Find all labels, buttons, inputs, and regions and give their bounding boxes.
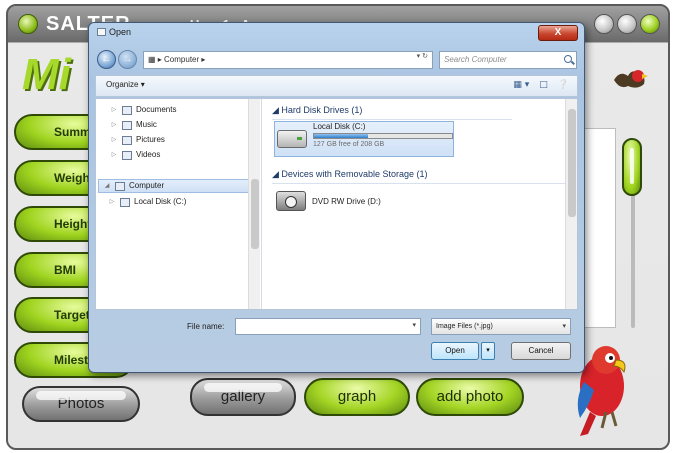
nav-item-label: Videos: [136, 150, 161, 159]
photos-button[interactable]: Photos: [22, 386, 140, 422]
computer-breadcrumb-icon: ▦ ▸: [148, 55, 165, 64]
dvd-drive-icon: [276, 191, 306, 211]
dvd-drive-item[interactable]: DVD RW Drive (D:): [274, 185, 434, 221]
disk-usage-bar: [313, 133, 453, 139]
group-header-removable[interactable]: ◢ Devices with Removable Storage (1): [272, 169, 579, 184]
expand-chevron-icon[interactable]: ▷: [110, 118, 118, 132]
nav-item-computer[interactable]: ◢ Computer: [98, 179, 256, 193]
zoom-slider-knob[interactable]: [622, 138, 642, 196]
dvd-drive-name: DVD RW Drive (D:): [312, 197, 381, 206]
disk-usage-fill: [314, 134, 368, 138]
navigation-scrollbar[interactable]: [248, 99, 260, 309]
expand-chevron-icon[interactable]: ▷: [110, 103, 118, 117]
address-dropdown-refresh-icons[interactable]: ▾ ↻: [417, 52, 428, 60]
chevron-down-icon[interactable]: ▾: [412, 321, 416, 329]
organize-menu-button[interactable]: Organize ▾: [106, 80, 145, 89]
nav-item-music[interactable]: ▷ Music: [96, 118, 246, 132]
scrollbar-thumb[interactable]: [568, 109, 576, 217]
dialog-toolbar: Organize ▾ ▦ ▾ □ ❔: [95, 75, 578, 97]
expand-chevron-icon[interactable]: ▷: [110, 133, 118, 147]
search-placeholder: Search Computer: [444, 55, 507, 64]
navigation-pane: ▷ Documents ▷ Music ▷ Pictures ▷ Videos …: [96, 99, 262, 309]
organize-label: Organize: [106, 80, 139, 89]
nav-item-local-disk[interactable]: ▷ Local Disk (C:): [96, 195, 246, 209]
dialog-bottom-area: File name: ▾ Image Files (*.jpg) ▾ Open …: [95, 313, 578, 369]
local-disk-item[interactable]: Local Disk (C:) 127 GB free of 208 GB: [274, 121, 454, 157]
files-pane: ◢ Hard Disk Drives (1) Local Disk (C:) 1…: [264, 99, 579, 309]
dialog-close-button[interactable]: X: [538, 25, 578, 41]
dialog-title-bar: Open: [97, 27, 131, 37]
help-icon[interactable]: ❔: [558, 80, 569, 90]
nav-item-label: Local Disk (C:): [134, 197, 187, 206]
chevron-down-icon[interactable]: ▾: [562, 319, 566, 334]
local-disk-name: Local Disk (C:): [313, 122, 366, 131]
toolbar-icons: ▦ ▾ □ ❔: [513, 80, 569, 90]
forward-arrow-icon[interactable]: →: [118, 50, 137, 69]
hard-disk-icon: [277, 130, 307, 148]
view-options-icon[interactable]: ▦ ▾: [513, 80, 529, 90]
dialog-navigation-row: ← → ▦ ▸ Computer ▸ ▾ ↻ Search Computer: [95, 48, 578, 72]
files-scrollbar[interactable]: [565, 99, 577, 309]
breadcrumb-computer[interactable]: Computer: [164, 55, 199, 64]
open-options-dropdown[interactable]: ▾: [481, 342, 495, 360]
pictures-icon: [122, 135, 132, 145]
videos-icon: [122, 150, 132, 160]
breadcrumb-chevron-icon[interactable]: ▸: [199, 55, 205, 64]
nav-item-label: Music: [136, 120, 157, 129]
close-app-button[interactable]: [640, 14, 660, 34]
file-type-filter-value: Image Files (*.jpg): [436, 323, 493, 330]
open-file-dialog: Open X ← → ▦ ▸ Computer ▸ ▾ ↻ Search Com…: [88, 22, 585, 373]
dialog-title: Open: [109, 27, 132, 37]
file-type-filter-select[interactable]: Image Files (*.jpg) ▾: [431, 318, 571, 335]
computer-icon: [115, 181, 125, 191]
minimize-button[interactable]: [594, 14, 614, 34]
group-header-label: Hard Disk Drives (1): [281, 105, 363, 115]
maximize-button[interactable]: [617, 14, 637, 34]
documents-icon: [122, 105, 132, 115]
file-name-label: File name:: [187, 322, 225, 331]
nav-item-pictures[interactable]: ▷ Pictures: [96, 133, 246, 147]
group-header-label: Devices with Removable Storage (1): [281, 169, 428, 179]
preview-pane-icon[interactable]: □: [539, 80, 548, 90]
local-disk-free-space: 127 GB free of 208 GB: [313, 141, 385, 148]
add-photo-button[interactable]: add photo: [416, 378, 524, 416]
dialog-window-icon: [97, 28, 106, 36]
app-logo-mi: Mi: [22, 50, 71, 99]
nav-item-label: Documents: [136, 105, 177, 114]
search-icon[interactable]: [564, 55, 572, 63]
collapse-chevron-icon[interactable]: ◢: [103, 179, 111, 193]
search-input[interactable]: Search Computer: [439, 51, 577, 69]
window-controls: [594, 14, 660, 34]
cancel-button[interactable]: Cancel: [511, 342, 571, 360]
app-logo-icon: [18, 14, 38, 34]
nav-item-documents[interactable]: ▷ Documents: [96, 103, 246, 117]
dialog-content-area: ▷ Documents ▷ Music ▷ Pictures ▷ Videos …: [95, 98, 579, 310]
music-icon: [122, 120, 132, 130]
parrot-small-icon: [614, 70, 648, 88]
nav-item-videos[interactable]: ▷ Videos: [96, 148, 246, 162]
back-arrow-icon[interactable]: ←: [97, 50, 116, 69]
content-panel-edge: [582, 128, 616, 328]
address-bar[interactable]: ▦ ▸ Computer ▸ ▾ ↻: [143, 51, 433, 69]
local-disk-icon: [120, 197, 130, 207]
nav-item-label: Pictures: [136, 135, 165, 144]
file-name-input[interactable]: ▾: [235, 318, 421, 335]
open-button[interactable]: Open: [431, 342, 479, 360]
graph-button[interactable]: graph: [304, 378, 410, 416]
group-header-hard-disk[interactable]: ◢ Hard Disk Drives (1): [272, 105, 514, 120]
expand-chevron-icon[interactable]: ▷: [108, 195, 116, 209]
expand-chevron-icon[interactable]: ▷: [110, 148, 118, 162]
scrollbar-thumb[interactable]: [251, 179, 259, 249]
nav-item-label: Computer: [129, 181, 165, 190]
gallery-button[interactable]: gallery: [190, 378, 296, 416]
